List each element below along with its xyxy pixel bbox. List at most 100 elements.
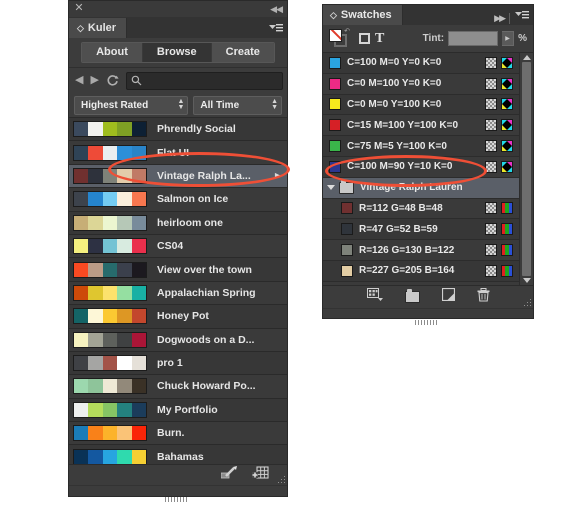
swatch-color-chip[interactable] <box>329 160 341 173</box>
theme-row[interactable]: CS04 <box>69 234 287 259</box>
fill-box-none-icon[interactable] <box>329 29 342 42</box>
show-swatch-kinds-icon[interactable] <box>366 288 383 306</box>
theme-row[interactable]: Salmon on Ice <box>69 188 287 212</box>
scroll-up-icon[interactable] <box>522 55 531 60</box>
tab-swatches[interactable]: ◇ Swatches <box>323 5 403 25</box>
fill-box-icon[interactable] <box>359 33 370 44</box>
theme-color-swatch <box>74 239 89 254</box>
theme-menu-arrow-icon[interactable]: ▶ <box>275 171 281 180</box>
theme-color-swatch <box>131 402 147 417</box>
tab-browse[interactable]: Browse <box>142 43 212 62</box>
text-formatting-icon[interactable]: T <box>375 32 384 46</box>
swatch-color-chip[interactable] <box>329 98 341 111</box>
theme-color-swatch <box>88 122 103 137</box>
search-input[interactable] <box>141 74 278 87</box>
next-icon[interactable]: ▶ <box>90 75 98 86</box>
scrollbar-thumb[interactable] <box>522 62 531 276</box>
swatch-label: R=112 G=48 B=48 <box>359 202 443 214</box>
kuler-theme-list[interactable]: Phrendly Social Flat UI Vintage Ralph La..… <box>69 118 287 464</box>
search-box[interactable] <box>125 71 283 90</box>
panel-menu-icon[interactable] <box>515 9 529 27</box>
delete-swatch-icon[interactable] <box>477 287 490 307</box>
theme-color-swatch <box>131 122 147 137</box>
swatch-color-chip[interactable] <box>341 223 353 236</box>
edit-theme-icon[interactable] <box>220 466 238 484</box>
scroll-down-icon[interactable] <box>522 278 531 283</box>
time-filter-value: All Time <box>200 99 240 111</box>
kuler-horizontal-grip[interactable] <box>69 485 287 502</box>
theme-row[interactable]: Appalachian Spring <box>69 281 287 306</box>
disclosure-triangle-icon[interactable] <box>327 185 335 191</box>
close-icon[interactable]: ✕ <box>74 3 84 14</box>
theme-color-strip <box>73 214 147 231</box>
swap-fill-stroke-icon[interactable]: ↶ <box>344 27 350 35</box>
add-to-swatches-icon[interactable] <box>252 465 269 485</box>
swatch-row[interactable]: R=47 G=52 B=59 <box>323 219 519 241</box>
theme-color-swatch <box>88 285 103 300</box>
theme-color-strip <box>73 401 147 418</box>
grip-handle-icon <box>165 489 191 502</box>
theme-row[interactable]: Phrendly Social <box>69 118 287 142</box>
swatch-row[interactable]: C=100 M=0 Y=0 K=0 <box>323 53 519 74</box>
swatch-color-chip[interactable] <box>341 202 353 215</box>
theme-row[interactable]: Vintage Ralph La... ▶ <box>69 164 287 189</box>
swatch-row[interactable]: C=0 M=0 Y=100 K=0 <box>323 94 519 116</box>
theme-row[interactable]: My Portfolio <box>69 398 287 423</box>
swatch-row[interactable]: C=75 M=5 Y=100 K=0 <box>323 136 519 157</box>
theme-color-swatch <box>131 239 147 254</box>
theme-row[interactable]: Bahamas <box>69 445 287 464</box>
swatch-row[interactable]: C=100 M=90 Y=10 K=0 <box>323 156 519 178</box>
theme-color-strip <box>73 425 147 442</box>
swatches-list[interactable]: C=100 M=0 Y=0 K=0 C=0 M=100 Y=0 K=0 C=0 M=… <box>323 53 519 285</box>
swatch-transparency-icon <box>485 56 497 69</box>
tab-about[interactable]: About <box>82 43 143 62</box>
swatch-label: C=15 M=100 Y=100 K=0 <box>347 119 459 131</box>
swatch-row[interactable]: R=112 G=48 B=48 <box>323 198 519 220</box>
theme-row[interactable]: Dogwoods on a D... <box>69 328 287 352</box>
theme-row[interactable]: pro 1 <box>69 351 287 376</box>
swatches-horizontal-grip[interactable] <box>323 308 533 325</box>
theme-row[interactable]: Honey Pot <box>69 305 287 329</box>
fill-stroke-icon[interactable]: ↶ <box>329 27 350 48</box>
refresh-icon[interactable] <box>106 74 119 87</box>
new-color-group-icon[interactable] <box>404 289 420 303</box>
tint-input[interactable] <box>448 31 499 46</box>
swatches-scrollbar[interactable] <box>519 53 533 285</box>
previous-icon[interactable]: ◀ <box>75 75 83 86</box>
collapse-icon[interactable]: ◀◀ <box>270 5 283 14</box>
cmyk-process-color-icon <box>501 160 513 173</box>
theme-row[interactable]: Burn. <box>69 422 287 446</box>
swatches-footer-toolbar <box>323 285 533 308</box>
theme-row[interactable]: View over the town <box>69 258 287 282</box>
resize-grip-icon[interactable] <box>276 474 285 483</box>
tab-create[interactable]: Create <box>211 43 274 62</box>
sort-filter-dropdown[interactable]: Highest Rated ▲ ▼ <box>74 95 189 115</box>
theme-row[interactable]: Chuck Howard Po... <box>69 375 287 399</box>
swatches-tab-row: ◇ Swatches ▶▶ <box>323 5 533 25</box>
swatch-color-chip[interactable] <box>329 56 341 69</box>
swatch-row[interactable]: R=126 G=130 B=122 <box>323 240 519 261</box>
swatch-color-chip[interactable] <box>341 244 353 257</box>
tab-kuler[interactable]: ◇ Kuler <box>69 18 128 38</box>
swatch-transparency-icon <box>485 223 497 236</box>
expand-icon[interactable]: ▶▶ <box>494 13 506 23</box>
theme-color-swatch <box>88 262 103 277</box>
swatch-row[interactable]: R=227 G=205 B=164 <box>323 260 519 282</box>
theme-row[interactable]: heirloom one <box>69 211 287 235</box>
theme-name: Vintage Ralph La... <box>157 169 251 182</box>
swatch-group-row[interactable]: Vintage Ralph Lauren <box>323 177 519 199</box>
swatch-row[interactable]: C=15 M=100 Y=100 K=0 <box>323 115 519 137</box>
time-filter-dropdown[interactable]: All Time ▲ ▼ <box>193 95 282 115</box>
theme-name: Honey Pot <box>157 310 209 323</box>
resize-grip-icon[interactable] <box>522 297 531 306</box>
new-swatch-icon[interactable] <box>441 287 455 306</box>
tint-dropdown-icon[interactable]: ▶ <box>502 31 515 46</box>
theme-row[interactable]: Flat UI <box>69 141 287 165</box>
panel-menu-icon[interactable] <box>269 22 283 34</box>
swatch-color-chip[interactable] <box>329 140 341 153</box>
swatch-color-chip[interactable] <box>341 264 353 277</box>
swatch-color-chip[interactable] <box>329 119 341 132</box>
swatch-row[interactable]: C=0 M=100 Y=0 K=0 <box>323 73 519 95</box>
swatch-color-chip[interactable] <box>329 77 341 90</box>
swatch-transparency-icon <box>485 264 497 277</box>
